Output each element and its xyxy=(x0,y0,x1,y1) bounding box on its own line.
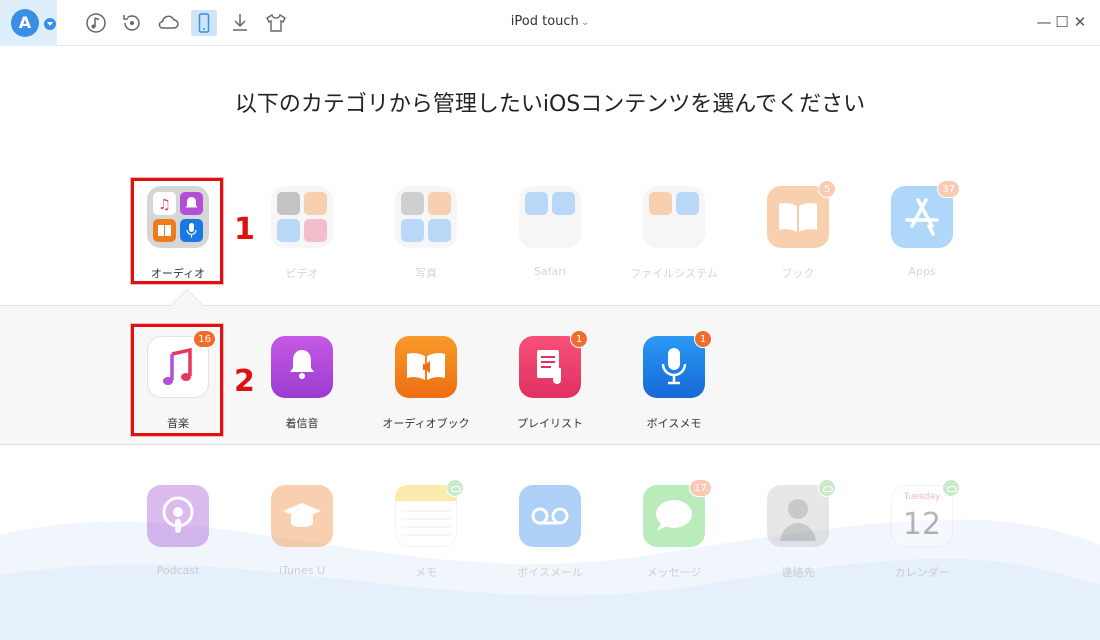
item-calendar[interactable]: Tuesday 12 カレンダー xyxy=(872,479,972,580)
count-badge: 1 xyxy=(570,330,588,348)
voicemail-icon xyxy=(519,485,581,547)
audio-item-label: プレイリスト xyxy=(517,417,583,430)
page-title: 以下のカテゴリから管理したいiOSコンテンツを選んでください xyxy=(234,92,866,117)
close-button[interactable]: ✕ xyxy=(1071,13,1089,31)
itunes-u-icon xyxy=(271,485,333,547)
item-notes[interactable]: メモ xyxy=(376,479,476,580)
books-icon: 5 xyxy=(767,180,836,248)
calendar-date: 12 xyxy=(903,507,941,542)
tshirt-icon[interactable] xyxy=(263,10,289,36)
voice-memo-icon: 1 xyxy=(643,330,712,398)
item-label: Podcast xyxy=(156,564,200,577)
device-selector[interactable]: iPod touch ⌄ xyxy=(500,14,600,29)
app-store-icon: 37 xyxy=(891,180,960,248)
device-name: iPod touch xyxy=(510,14,579,29)
playlist-icon: 1 xyxy=(519,330,588,398)
messages-icon: 17 xyxy=(643,479,712,547)
cloud-badge-icon xyxy=(942,479,960,497)
photo-folder-icon xyxy=(395,186,457,248)
item-label: メッセージ xyxy=(646,566,702,579)
item-messages[interactable]: 17 メッセージ xyxy=(624,479,724,580)
audio-item-label: ボイスメモ xyxy=(646,417,702,430)
contacts-icon xyxy=(767,479,836,547)
item-label: iTunes U xyxy=(278,564,326,577)
calendar-icon: Tuesday 12 xyxy=(891,479,960,547)
item-contacts[interactable]: 連絡先 xyxy=(748,479,848,580)
video-folder-icon xyxy=(271,186,333,248)
audio-item-ringtone[interactable]: 着信音 xyxy=(252,336,352,431)
count-badge: 5 xyxy=(818,180,836,198)
restore-icon[interactable] xyxy=(119,10,145,36)
chevron-down-icon xyxy=(44,18,56,30)
category-apps[interactable]: 37 Apps xyxy=(872,180,972,278)
category-label: 写真 xyxy=(415,267,437,280)
audio-item-playlist[interactable]: 1 プレイリスト xyxy=(500,330,600,431)
step-number-1: 1 xyxy=(234,212,255,247)
audiobook-icon xyxy=(395,336,457,398)
item-label: ボイスメール xyxy=(517,566,583,579)
category-photos[interactable]: 写真 xyxy=(376,186,476,281)
highlight-box-music xyxy=(131,324,223,436)
music-circle-icon[interactable] xyxy=(83,10,109,36)
item-label: 連絡先 xyxy=(781,566,815,579)
category-label: ビデオ xyxy=(285,267,319,280)
audio-item-voice-memo[interactable]: 1 ボイスメモ xyxy=(624,330,724,431)
category-books[interactable]: 5 ブック xyxy=(748,180,848,281)
item-itunes-u[interactable]: iTunes U xyxy=(252,485,352,577)
app-logo-icon: A xyxy=(11,9,39,37)
cloud-badge-icon xyxy=(446,479,464,497)
count-badge: 1 xyxy=(694,330,712,348)
ringtone-bell-icon xyxy=(271,336,333,398)
highlight-box-audio xyxy=(131,178,223,284)
safari-folder-icon xyxy=(519,186,581,248)
audio-item-audiobook[interactable]: オーディオブック xyxy=(376,336,476,431)
count-badge: 17 xyxy=(689,479,712,497)
podcast-icon xyxy=(147,485,209,547)
maximize-button[interactable]: ☐ xyxy=(1053,13,1071,31)
category-label: ブック xyxy=(781,267,815,280)
category-label: ファイルシステム xyxy=(630,267,718,280)
item-label: メモ xyxy=(415,566,437,579)
count-badge: 37 xyxy=(937,180,960,198)
calendar-day: Tuesday xyxy=(903,492,941,502)
download-icon[interactable] xyxy=(227,10,253,36)
top-toolbar: A iPod touch ⌄ — ☐ ✕ xyxy=(0,0,1100,46)
item-voicemail[interactable]: ボイスメール xyxy=(500,485,600,580)
notes-icon xyxy=(395,479,464,547)
category-label: Safari xyxy=(534,265,566,278)
cloud-icon[interactable] xyxy=(155,10,181,36)
cloud-badge-icon xyxy=(818,479,836,497)
app-menu-button[interactable]: A xyxy=(0,0,57,46)
category-label: Apps xyxy=(908,265,936,278)
audio-item-label: オーディオブック xyxy=(382,417,470,430)
category-filesystem[interactable]: ファイルシステム xyxy=(624,186,724,281)
selection-pointer xyxy=(170,289,204,306)
item-label: カレンダー xyxy=(894,566,950,579)
item-podcast[interactable]: Podcast xyxy=(128,485,228,577)
category-video[interactable]: ビデオ xyxy=(252,186,352,281)
category-safari[interactable]: Safari xyxy=(500,186,600,278)
audio-item-label: 着信音 xyxy=(285,417,319,430)
filesystem-folder-icon xyxy=(643,186,705,248)
device-icon[interactable] xyxy=(191,10,217,36)
minimize-button[interactable]: — xyxy=(1035,13,1053,31)
step-number-2: 2 xyxy=(234,364,255,399)
chevron-down-icon: ⌄ xyxy=(580,17,590,28)
